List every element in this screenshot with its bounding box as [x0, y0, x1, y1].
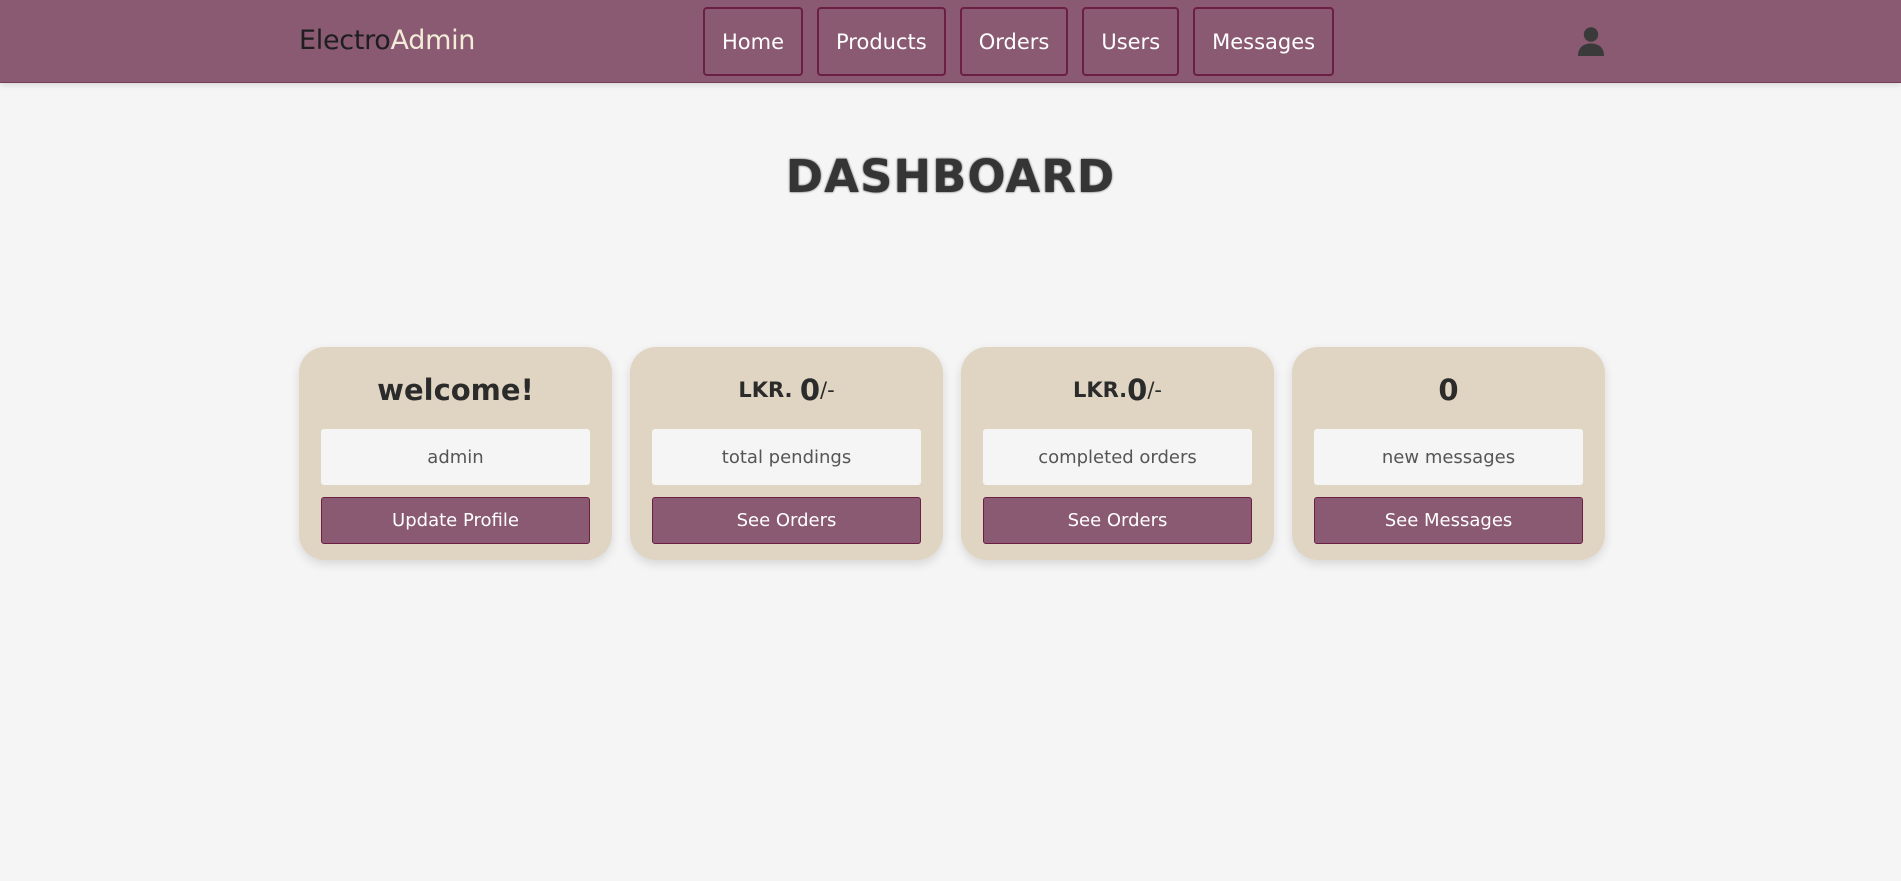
- dashboard-cards: welcome! admin Update Profile LKR. 0/- t…: [299, 347, 1605, 560]
- user-icon-graphic: [1578, 27, 1604, 56]
- user-icon[interactable]: [1576, 26, 1606, 56]
- card-heading: LKR. 0/-: [983, 347, 1252, 429]
- card-heading: LKR. 0/-: [652, 347, 921, 429]
- see-orders-button[interactable]: See Orders: [983, 497, 1252, 544]
- card-suffix: /-: [820, 378, 835, 402]
- update-profile-button[interactable]: Update Profile: [321, 497, 590, 544]
- card-heading: 0: [1314, 347, 1583, 429]
- card-value: 0: [1127, 373, 1148, 407]
- see-messages-button[interactable]: See Messages: [1314, 497, 1583, 544]
- logo-text-electro: Electro: [299, 25, 391, 56]
- card-prefix: LKR.: [738, 378, 800, 402]
- card-info: new messages: [1314, 429, 1583, 485]
- see-orders-button[interactable]: See Orders: [652, 497, 921, 544]
- nav-messages-button[interactable]: Messages: [1193, 7, 1335, 76]
- page-title: DASHBOARD: [785, 150, 1116, 203]
- card-value: 0: [1438, 373, 1459, 407]
- card-prefix: LKR.: [1072, 378, 1128, 402]
- app-logo[interactable]: ElectroAdmin: [299, 23, 475, 59]
- card-info: admin: [321, 429, 590, 485]
- top-navbar: ElectroAdmin Home Products Orders Users …: [0, 0, 1901, 83]
- card-welcome: welcome! admin Update Profile: [299, 347, 612, 560]
- nav-users-button[interactable]: Users: [1082, 7, 1180, 76]
- card-value: 0: [799, 373, 821, 407]
- card-info: completed orders: [983, 429, 1252, 485]
- main-nav: Home Products Orders Users Messages: [703, 7, 1335, 76]
- card-heading: welcome!: [321, 347, 590, 429]
- nav-orders-button[interactable]: Orders: [959, 7, 1069, 76]
- nav-products-button[interactable]: Products: [817, 7, 946, 76]
- card-new-messages: 0 new messages See Messages: [1292, 347, 1605, 560]
- nav-home-button[interactable]: Home: [703, 7, 804, 76]
- card-completed-orders: LKR. 0/- completed orders See Orders: [961, 347, 1274, 560]
- card-value: welcome!: [377, 373, 534, 407]
- card-total-pendings: LKR. 0/- total pendings See Orders: [630, 347, 943, 560]
- logo-text-admin: Admin: [390, 25, 476, 56]
- card-suffix: /-: [1147, 378, 1163, 402]
- card-info: total pendings: [652, 429, 921, 485]
